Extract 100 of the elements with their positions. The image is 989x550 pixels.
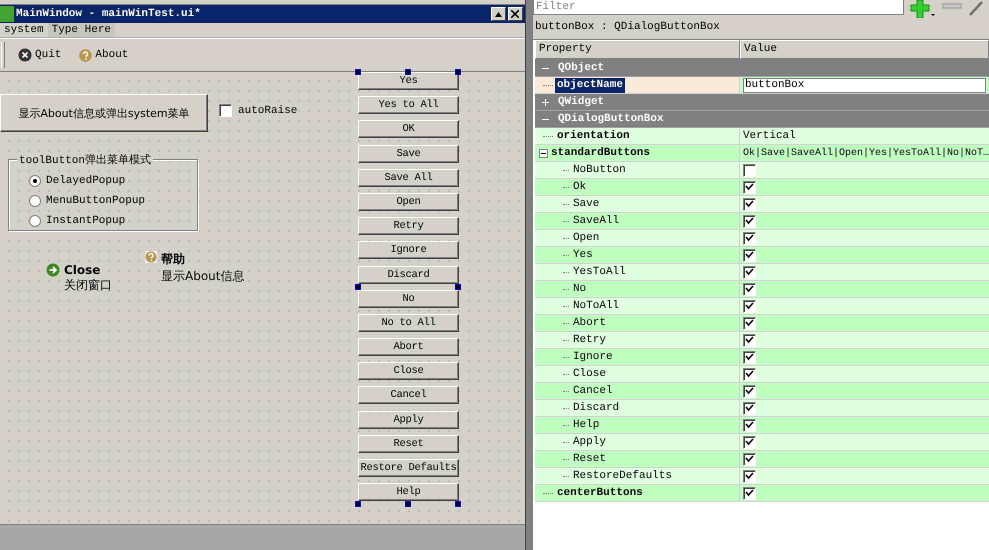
property-name[interactable]: Discard — [570, 400, 622, 416]
checkbox[interactable] — [742, 452, 756, 466]
triangle-icon — [494, 12, 502, 16]
dialog-button[interactable]: Apply — [358, 410, 459, 429]
property-name[interactable]: Abort — [570, 316, 608, 330]
group-header[interactable]: QWidget — [534, 94, 989, 111]
radio-label: DelayedPopup — [46, 175, 126, 187]
column-header[interactable]: Property — [534, 40, 740, 59]
checkbox[interactable] — [742, 214, 756, 228]
dialog-button[interactable]: Retry — [358, 217, 459, 236]
property-name[interactable]: NoToAll — [570, 298, 622, 314]
property-name[interactable]: Cancel — [570, 384, 615, 398]
property-name[interactable]: Close — [570, 366, 608, 382]
dialog-button[interactable]: Help — [358, 483, 459, 502]
property-name[interactable]: orientation — [554, 128, 632, 144]
checkbox[interactable] — [742, 266, 756, 278]
group-header[interactable]: QDialogButtonBox — [534, 111, 989, 128]
selection-handle[interactable] — [355, 501, 361, 507]
checkbox[interactable] — [742, 316, 756, 330]
checkbox[interactable] — [742, 470, 756, 482]
dialog-button[interactable]: Reset — [358, 434, 459, 453]
close-button[interactable] — [508, 7, 523, 21]
object-label: buttonBox : QDialogButtonBox — [532, 18, 989, 40]
property-name[interactable]: SaveAll — [570, 214, 622, 228]
selection-handle[interactable] — [455, 69, 461, 75]
property-value: Vertical — [742, 130, 796, 142]
checkbox[interactable] — [742, 334, 756, 346]
selection-handle[interactable] — [355, 69, 361, 75]
selection-handle[interactable] — [405, 69, 411, 75]
dialog-button[interactable]: No to All — [358, 314, 459, 332]
collapse-icon[interactable] — [538, 148, 548, 158]
value-field[interactable]: buttonBox — [742, 78, 986, 92]
dialog-button[interactable]: Discard — [358, 266, 459, 284]
dialog-button[interactable]: Save All — [358, 168, 459, 187]
maximize-button[interactable] — [490, 7, 506, 21]
property-name[interactable]: NoButton — [570, 162, 628, 178]
property-name[interactable]: centerButtons — [554, 486, 645, 500]
property-name[interactable]: Ignore — [570, 350, 615, 364]
property-name[interactable]: standardButtons — [548, 146, 652, 160]
checkbox[interactable] — [742, 418, 756, 432]
checkbox-label: autoRaise — [238, 104, 298, 116]
menu-item[interactable]: system — [0, 23, 48, 37]
radio-button[interactable] — [29, 215, 41, 227]
dialog-button[interactable]: Save — [358, 144, 459, 163]
group-header[interactable]: QObject — [534, 60, 989, 77]
window-title: MainWindow - mainWinTest.ui* — [16, 8, 202, 20]
tool-button[interactable]: 显示About信息或弹出system菜单 — [0, 94, 208, 132]
dialog-button[interactable]: Yes — [358, 72, 459, 90]
property-name[interactable]: Apply — [570, 434, 608, 450]
dialog-button[interactable]: Abort — [358, 338, 459, 356]
plus-icon[interactable] — [540, 98, 550, 106]
radio-button[interactable] — [29, 175, 41, 187]
selection-handle[interactable] — [405, 501, 411, 507]
checkbox[interactable] — [742, 402, 756, 414]
radio-button[interactable] — [29, 195, 41, 207]
command-link[interactable]: 帮助 显示About信息 — [145, 251, 244, 285]
add-icon[interactable] — [910, 0, 936, 18]
dialog-button[interactable]: No — [358, 290, 459, 308]
filter-field[interactable]: Filter — [532, 0, 904, 15]
checkbox[interactable] — [742, 180, 756, 194]
dialog-button[interactable]: Yes to All — [358, 96, 459, 114]
selection-handle[interactable] — [355, 284, 361, 290]
checkbox[interactable] — [742, 282, 756, 296]
checkbox[interactable] — [742, 384, 756, 398]
checkbox[interactable] — [742, 300, 756, 312]
dialog-button[interactable]: Ignore — [358, 241, 459, 260]
property-name[interactable]: Reset — [570, 452, 608, 466]
help-icon — [145, 251, 157, 263]
dialog-button[interactable]: Cancel — [358, 386, 459, 404]
dialog-button[interactable]: Close — [358, 362, 459, 380]
dialog-button[interactable]: OK — [358, 120, 459, 138]
menu-item[interactable]: Type Here — [48, 23, 116, 37]
dialog-button[interactable]: Restore Defaults — [358, 459, 459, 477]
property-name[interactable]: Save — [570, 196, 602, 212]
toolbar-button[interactable]: Quit — [18, 48, 62, 62]
property-name[interactable]: Open — [570, 230, 602, 246]
property-name[interactable]: objectName — [554, 78, 625, 92]
checkbox[interactable] — [742, 198, 756, 210]
toolbar-button[interactable]: About — [79, 48, 128, 62]
dialog-button[interactable]: Open — [358, 192, 459, 211]
checkbox[interactable] — [742, 350, 756, 364]
property-name[interactable]: No — [570, 282, 588, 296]
checkbox[interactable] — [742, 164, 756, 176]
column-header[interactable]: Value — [740, 40, 989, 59]
checkbox[interactable] — [742, 368, 756, 380]
checkbox[interactable] — [219, 104, 232, 117]
radio-label: MenuButtonPopup — [46, 195, 146, 207]
property-value: Ok|Save|SaveAll|Open|Yes|YesToAll|No|NoT… — [742, 148, 989, 158]
property-name[interactable]: Ok — [570, 180, 588, 194]
command-link[interactable]: Close 关闭窗口 — [46, 263, 112, 294]
checkbox[interactable] — [742, 232, 756, 244]
property-name[interactable]: YesToAll — [570, 264, 628, 280]
checkbox[interactable] — [742, 436, 756, 448]
property-name[interactable]: Retry — [570, 332, 608, 348]
checkbox[interactable] — [742, 248, 756, 262]
checkbox[interactable] — [742, 486, 756, 500]
property-name[interactable]: Yes — [570, 248, 595, 262]
selection-handle[interactable] — [455, 501, 461, 507]
property-name[interactable]: Help — [570, 418, 602, 432]
selection-handle[interactable] — [455, 284, 461, 290]
